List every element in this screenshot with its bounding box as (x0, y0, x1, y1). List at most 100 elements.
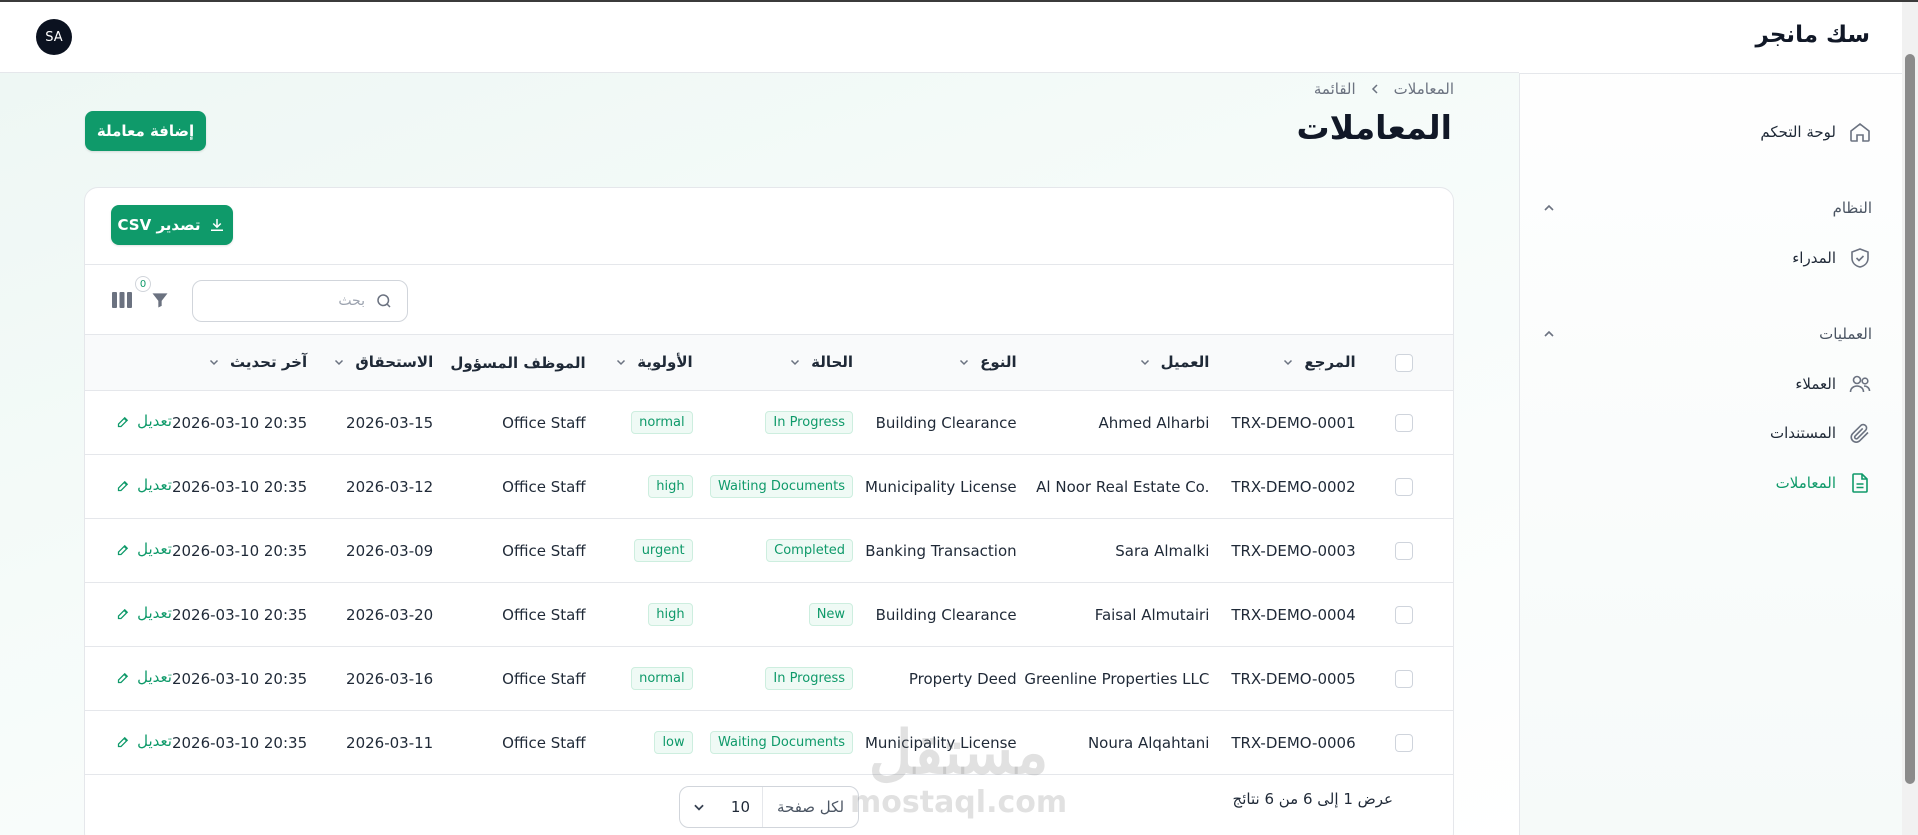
table-body: تعديل 2026-03-10 20:35 2026-03-15 Office… (85, 391, 1453, 775)
row-checkbox[interactable] (1395, 477, 1414, 496)
per-page-control[interactable]: 10 لكل صفحة (679, 786, 859, 828)
edit-icon (117, 416, 129, 427)
search-icon (377, 294, 391, 308)
cell-client: Al Noor Real Estate Co. (1036, 477, 1210, 496)
edit-icon (117, 608, 129, 619)
row-checkbox[interactable] (1395, 541, 1414, 560)
table-row: تعديل 2026-03-10 20:35 2026-03-20 Office… (85, 583, 1453, 647)
col-client[interactable]: العميل (1017, 335, 1210, 391)
chevron-down-icon (791, 359, 800, 366)
per-page-value: 10 (730, 798, 750, 816)
sidebar-section-system[interactable]: النظام (1542, 194, 1872, 222)
priority-badge: high (648, 475, 693, 498)
table-row: تعديل 2026-03-10 20:35 2026-03-11 Office… (85, 711, 1453, 775)
user-avatar[interactable]: SA (36, 19, 72, 55)
sidebar-item-label: المستندات (1769, 424, 1836, 442)
col-status[interactable]: الحالة (693, 335, 853, 391)
top-header: SA (0, 2, 1537, 73)
sidebar-item-label: العملاء (1795, 375, 1836, 393)
col-staff: الموظف المسؤول (433, 335, 585, 391)
shield-check-icon (1851, 248, 1869, 268)
col-priority[interactable]: الأولوية (586, 335, 693, 391)
edit-icon (117, 736, 129, 747)
transactions-card: تصدير CSV 0 آخر تحديث الاستحقاق ا (84, 187, 1454, 835)
status-badge: New (808, 603, 854, 626)
sidebar-item-clients[interactable]: العملاء (1542, 368, 1872, 400)
status-badge: In Progress (765, 411, 854, 434)
chevron-down-icon (1284, 359, 1293, 366)
edit-link[interactable]: تعديل (116, 604, 172, 622)
file-text-icon (1852, 473, 1868, 493)
sidebar: سك مانجر لوحة التحكم النظام المدراء العم… (1519, 2, 1902, 835)
cell-updated: 2026-03-10 20:35 (171, 413, 308, 432)
cell-updated: 2026-03-10 20:35 (171, 733, 308, 752)
sidebar-item-documents[interactable]: المستندات (1542, 417, 1872, 449)
cell-client: Faisal Almutairi (1094, 605, 1210, 624)
chevron-down-icon (1140, 359, 1149, 366)
cell-due: 2026-03-11 (346, 733, 434, 752)
col-label: العميل (1160, 353, 1210, 371)
edit-icon (117, 672, 129, 683)
columns-icon[interactable] (112, 291, 132, 309)
edit-icon (117, 544, 129, 555)
cell-due: 2026-03-20 (346, 605, 434, 624)
cell-staff: Office Staff (502, 605, 586, 624)
per-page-select[interactable]: 10 (680, 798, 762, 816)
cell-staff: Office Staff (502, 669, 586, 688)
cell-staff: Office Staff (502, 541, 586, 560)
search-box[interactable] (192, 280, 408, 322)
chevron-up-icon (1544, 330, 1554, 337)
cell-updated: 2026-03-10 20:35 (171, 477, 308, 496)
priority-badge: normal (631, 411, 693, 434)
edit-link[interactable]: تعديل (116, 476, 172, 494)
cell-client: Ahmed Alharbi (1098, 413, 1210, 432)
table-row: تعديل 2026-03-10 20:35 2026-03-16 Office… (85, 647, 1453, 711)
select-all-checkbox[interactable] (1395, 353, 1414, 372)
col-due[interactable]: الاستحقاق (307, 335, 433, 391)
chevron-down-icon (617, 359, 626, 366)
edit-link[interactable]: تعديل (116, 668, 172, 686)
sidebar-item-label: المدراء (1792, 249, 1836, 267)
table-row: تعديل 2026-03-10 20:35 2026-03-12 Office… (85, 455, 1453, 519)
toolbar-divider (85, 264, 1453, 265)
edit-link[interactable]: تعديل (116, 540, 172, 558)
export-csv-button[interactable]: تصدير CSV (111, 205, 233, 245)
watermark: مستقل mostaql.com (850, 720, 1067, 819)
row-checkbox[interactable] (1395, 669, 1414, 688)
col-label: النوع (980, 353, 1017, 371)
priority-badge: high (648, 603, 693, 626)
edit-label: تعديل (137, 604, 172, 623)
add-transaction-button[interactable]: إضافة معاملة (85, 111, 206, 151)
priority-badge: low (654, 731, 693, 754)
transactions-table: آخر تحديث الاستحقاق الموظف المسؤول الأول… (85, 334, 1453, 775)
cell-reference: TRX-DEMO-0003 (1231, 541, 1356, 560)
page-scrollbar[interactable] (1902, 2, 1918, 835)
col-label: الاستحقاق (355, 353, 434, 371)
search-input[interactable] (215, 293, 365, 309)
cell-type: Property Deed (908, 669, 1017, 688)
col-reference[interactable]: المرجع (1209, 335, 1356, 391)
scrollbar-thumb[interactable] (1905, 54, 1915, 784)
edit-link[interactable]: تعديل (116, 732, 172, 750)
filter-icon[interactable] (150, 290, 170, 310)
row-checkbox[interactable] (1395, 605, 1414, 624)
edit-link[interactable]: تعديل (116, 412, 172, 430)
status-badge: In Progress (765, 667, 854, 690)
col-type[interactable]: النوع (853, 335, 1017, 391)
col-updated[interactable]: آخر تحديث (172, 335, 307, 391)
cell-staff: Office Staff (502, 477, 586, 496)
sidebar-item-managers[interactable]: المدراء (1542, 242, 1872, 274)
brand-title: سك مانجر (1755, 22, 1870, 48)
sidebar-section-operations[interactable]: العمليات (1542, 320, 1872, 348)
breadcrumb-root[interactable]: المعاملات (1394, 80, 1454, 98)
col-label: الأولوية (637, 353, 693, 371)
row-checkbox[interactable] (1395, 733, 1414, 752)
row-checkbox[interactable] (1395, 413, 1414, 432)
cell-type: Municipality License (864, 477, 1017, 496)
cell-staff: Office Staff (502, 733, 586, 752)
chevron-up-icon (1544, 204, 1554, 211)
edit-label: تعديل (137, 476, 172, 495)
sidebar-item-transactions[interactable]: المعاملات (1542, 467, 1872, 499)
brand-header: سك مانجر (1519, 2, 1902, 74)
sidebar-item-dashboard[interactable]: لوحة التحكم (1542, 116, 1872, 148)
